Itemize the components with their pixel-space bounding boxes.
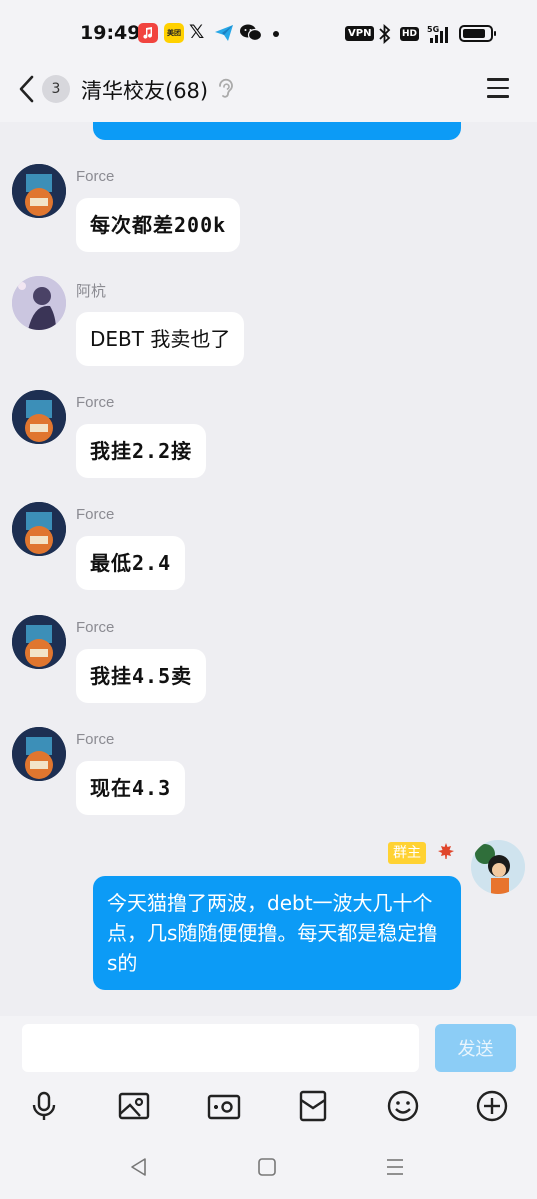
plus-icon[interactable] (474, 1088, 510, 1124)
self-avatar[interactable] (471, 840, 525, 894)
sender-name: Force (76, 506, 115, 523)
plane-app-icon (214, 24, 234, 42)
status-time: 19:49 (80, 22, 141, 44)
microphone-icon[interactable] (26, 1088, 62, 1124)
red-packet-icon[interactable] (295, 1088, 331, 1124)
svg-text:5G: 5G (427, 25, 439, 34)
message-input[interactable] (22, 1024, 419, 1072)
self-message-bubble[interactable]: 今天猫撸了两波，debt一波大几十个点，几s随随便便撸。每天都是稳定撸s的 (93, 876, 461, 990)
message-bubble[interactable]: 我挂2.2接 (76, 424, 207, 478)
emoji-icon[interactable] (385, 1088, 421, 1124)
avatar[interactable] (12, 615, 66, 669)
sender-name: Force (76, 394, 115, 411)
image-icon[interactable] (116, 1088, 152, 1124)
avatar[interactable] (12, 390, 66, 444)
battery-icon (459, 25, 496, 42)
signal-icon: 5G (426, 24, 454, 44)
sender-name: Force (76, 731, 115, 748)
back-button[interactable] (14, 74, 40, 104)
x-app-icon: 𝕏 (189, 21, 205, 43)
meituan-app-icon: 美团 (164, 23, 184, 43)
sender-name: 阿杭 (76, 283, 107, 300)
avatar[interactable] (12, 727, 66, 781)
bluetooth-icon (378, 23, 392, 45)
message-bubble[interactable]: 最低2.4 (76, 536, 186, 590)
wechat-app-icon (240, 24, 263, 42)
group-owner-badge: 群主 (388, 842, 426, 864)
nav-home-icon[interactable] (256, 1156, 278, 1178)
message-bubble[interactable]: 我挂4.5卖 (76, 649, 207, 703)
avatar[interactable] (12, 502, 66, 556)
status-bar: 19:49 美团 𝕏 VPN HD 5G (0, 0, 537, 66)
hd-badge: HD (400, 27, 420, 41)
maple-leaf-icon (437, 842, 455, 864)
notification-dot-icon (273, 31, 279, 37)
message-bubble[interactable]: 每次都差200k (76, 198, 241, 252)
partial-self-bubble (93, 122, 461, 140)
nav-menu-icon[interactable] (384, 1156, 406, 1178)
sender-name: Force (76, 168, 115, 185)
message-bubble[interactable]: 现在4.3 (76, 761, 186, 815)
composer: 发送 (0, 1016, 537, 1199)
nav-back-icon[interactable] (128, 1156, 150, 1178)
sender-name: Force (76, 619, 115, 636)
message-bubble[interactable]: DEBT 我卖也了 (76, 312, 245, 366)
send-button[interactable]: 发送 (435, 1024, 516, 1072)
menu-icon[interactable] (487, 78, 511, 100)
vpn-badge: VPN (345, 26, 375, 41)
message-list[interactable]: Force 每次都差200k 阿杭 DEBT 我卖也了 Force 我挂2.2接… (0, 122, 537, 1016)
music-app-icon (138, 23, 158, 43)
camera-icon[interactable] (206, 1088, 242, 1124)
back-arrow-icon (19, 75, 34, 103)
unread-count-badge[interactable]: 3 (42, 75, 70, 103)
avatar[interactable] (12, 164, 66, 218)
ear-icon[interactable] (216, 78, 236, 100)
chat-header: 3 清华校友(68) (0, 66, 537, 122)
avatar[interactable] (12, 276, 66, 330)
chat-title[interactable]: 清华校友(68) (81, 75, 208, 105)
